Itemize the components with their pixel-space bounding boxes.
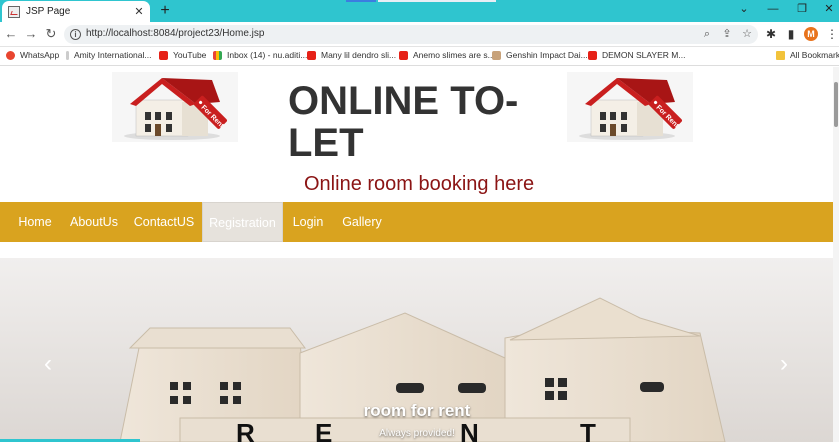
bookmark-item[interactable]: Anemo slimes are s...	[399, 50, 495, 60]
bookmark-icon	[66, 50, 69, 60]
whatsapp-icon	[6, 50, 15, 60]
site-title: ONLINE TO-LET	[288, 79, 519, 165]
tab-accent	[346, 0, 376, 2]
back-button[interactable]: ←	[3, 26, 19, 42]
menu-kebab-icon[interactable]: ⋮	[825, 27, 839, 41]
all-bookmarks-button[interactable]: All Bookmarks	[776, 50, 839, 60]
browser-tab-strip: JSP Page ✕ + ⌄ — ❐ ✕	[0, 0, 839, 22]
bookmark-star-icon[interactable]: ☆	[740, 28, 754, 41]
restore-button[interactable]: ❐	[792, 2, 812, 16]
image-carousel[interactable]: R E N T ‹ › room for rent Always provide…	[0, 258, 834, 442]
bookmark-label: Genshin Impact Dai...	[506, 50, 588, 60]
url-text[interactable]: http://localhost:8084/project23/Home.jsp	[86, 28, 264, 39]
bookmark-label: Many lil dendro sli...	[321, 50, 397, 60]
carousel-next-icon[interactable]: ›	[774, 352, 794, 376]
house-illustration: For Rent	[112, 72, 238, 142]
house-illustration: For Rent	[567, 72, 693, 142]
bookmark-label: DEMON SLAYER M...	[602, 50, 686, 60]
folder-icon	[776, 50, 785, 60]
house-logo-left: For Rent	[112, 72, 238, 142]
site-info-icon[interactable]: i	[70, 29, 81, 40]
house-logo-right: For Rent	[567, 72, 693, 142]
nav-home[interactable]: Home	[14, 202, 56, 242]
bookmark-item[interactable]: YouTube	[159, 50, 206, 60]
tab-close-icon[interactable]: ✕	[131, 5, 147, 18]
bookmark-label: WhatsApp	[20, 50, 60, 60]
zoom-icon[interactable]: ⌕	[700, 28, 714, 41]
tab-accent	[378, 0, 496, 2]
gmail-icon	[213, 50, 222, 60]
browser-tab[interactable]: JSP Page ✕	[2, 1, 150, 22]
youtube-icon	[588, 50, 597, 60]
nav-login[interactable]: Login	[288, 202, 328, 242]
all-bookmarks-label: All Bookmarks	[790, 50, 839, 60]
main-navbar: Home AboutUs ContactUS Registration Logi…	[0, 202, 834, 242]
youtube-icon	[307, 50, 316, 60]
carousel-prev-icon[interactable]: ‹	[38, 352, 58, 376]
carousel-caption-title: room for rent	[363, 401, 471, 420]
bookmark-item[interactable]: WhatsApp	[6, 50, 59, 60]
extensions-icon[interactable]: ✱	[764, 27, 778, 41]
page-favicon-icon	[8, 5, 20, 18]
address-bar[interactable]: i http://localhost:8084/project23/Home.j…	[64, 25, 758, 44]
youtube-icon	[399, 50, 408, 60]
bookmark-item[interactable]: DEMON SLAYER M...	[588, 50, 685, 60]
bookmark-label: YouTube	[173, 50, 207, 60]
site-tagline: Online room booking here	[304, 173, 535, 195]
minimize-button[interactable]: —	[763, 2, 783, 16]
nav-aboutus[interactable]: AboutUs	[66, 202, 122, 242]
new-tab-button[interactable]: +	[156, 2, 174, 20]
genshin-icon	[492, 50, 501, 60]
bookmark-item[interactable]: Inbox (14) - nu.aditi...	[213, 50, 307, 60]
bookmark-label: Inbox (14) - nu.aditi...	[227, 50, 308, 60]
nav-registration[interactable]: Registration	[202, 202, 283, 242]
nav-contactus[interactable]: ContactUS	[132, 202, 196, 242]
bookmark-item[interactable]: Genshin Impact Dai...	[492, 50, 588, 60]
nav-gallery[interactable]: Gallery	[338, 202, 386, 242]
close-window-button[interactable]: ✕	[819, 2, 839, 16]
share-icon[interactable]: ⇪	[720, 28, 734, 41]
carousel-caption-text: Always provided!	[379, 428, 455, 439]
bookmarks-bar: WhatsApp Amity International... YouTube …	[0, 47, 839, 66]
bookmark-label: Amity International...	[74, 50, 152, 60]
profile-avatar[interactable]: M	[804, 27, 818, 41]
reload-button[interactable]: ↻	[43, 26, 59, 42]
tab-title: JSP Page	[26, 6, 71, 17]
bookmark-item[interactable]: Amity International...	[66, 50, 151, 60]
bookmark-label: Anemo slimes are s...	[413, 50, 495, 60]
browser-toolbar: ← → ↻ i http://localhost:8084/project23/…	[0, 22, 839, 47]
forward-button[interactable]: →	[23, 26, 39, 42]
page-scrollbar-thumb[interactable]	[834, 82, 838, 127]
bookmark-item[interactable]: Many lil dendro sli...	[307, 50, 396, 60]
page-content: For Rent ONLINE TO-LET For Rent Online r…	[0, 67, 839, 442]
side-panel-icon[interactable]: ▮	[784, 27, 798, 41]
tab-search-dropdown-icon[interactable]: ⌄	[734, 2, 754, 16]
youtube-icon	[159, 50, 168, 60]
